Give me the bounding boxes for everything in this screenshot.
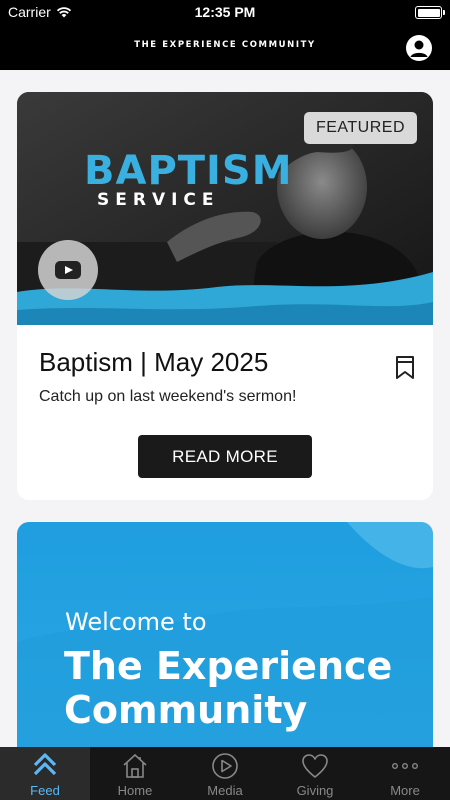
welcome-line-1: Welcome to [65, 608, 207, 636]
status-bar: Carrier 12:35 PM [0, 0, 450, 24]
welcome-line-2: The Experience [64, 644, 393, 688]
feed[interactable]: BAPTISM SERVICE FEATURED Baptism | May 2… [0, 70, 450, 747]
more-dots-icon [392, 762, 419, 769]
hero-subheading: SERVICE [97, 190, 220, 210]
featured-card[interactable]: BAPTISM SERVICE FEATURED Baptism | May 2… [17, 92, 433, 500]
welcome-headline: The Experience Community [64, 644, 392, 732]
tab-feed[interactable]: Feed [0, 747, 90, 800]
play-circle-icon [212, 753, 238, 779]
profile-icon [410, 40, 428, 57]
home-icon [123, 753, 147, 778]
read-more-button[interactable]: READ MORE [138, 435, 312, 478]
profile-button[interactable] [406, 35, 432, 61]
featured-badge: FEATURED [303, 112, 417, 144]
tab-more[interactable]: More [360, 747, 450, 800]
card-subtitle: Catch up on last weekend's sermon! [39, 388, 297, 405]
app-title: THE EXPERIENCE COMMUNITY [134, 40, 316, 50]
feed-chevrons-icon [33, 753, 57, 776]
battery-icon [415, 6, 445, 19]
welcome-line-3: Community [64, 688, 308, 732]
hero-heading: BAPTISM [84, 148, 293, 194]
app-header: Carrier 12:35 PM THE EXPERIENCE COMMUNIT… [0, 0, 450, 70]
card-title[interactable]: Baptism | May 2025 [39, 347, 268, 378]
tab-label: Media [207, 783, 243, 798]
tab-label: More [390, 783, 420, 798]
play-video-button[interactable] [38, 240, 98, 300]
youtube-play-icon [55, 261, 81, 279]
tab-label: Giving [296, 783, 334, 798]
tab-bar: Feed Home Media Giving More [0, 747, 450, 800]
tab-giving[interactable]: Giving [270, 747, 360, 800]
tab-label: Home [117, 783, 153, 798]
featured-image[interactable]: BAPTISM SERVICE FEATURED [17, 92, 433, 325]
bookmark-icon[interactable] [395, 355, 415, 380]
tab-label: Feed [30, 783, 60, 798]
heart-icon [302, 754, 328, 778]
tab-media[interactable]: Media [180, 747, 270, 800]
status-time: 12:35 PM [194, 4, 256, 20]
welcome-card[interactable]: Welcome to The Experience Community [17, 522, 433, 747]
tab-home[interactable]: Home [90, 747, 180, 800]
